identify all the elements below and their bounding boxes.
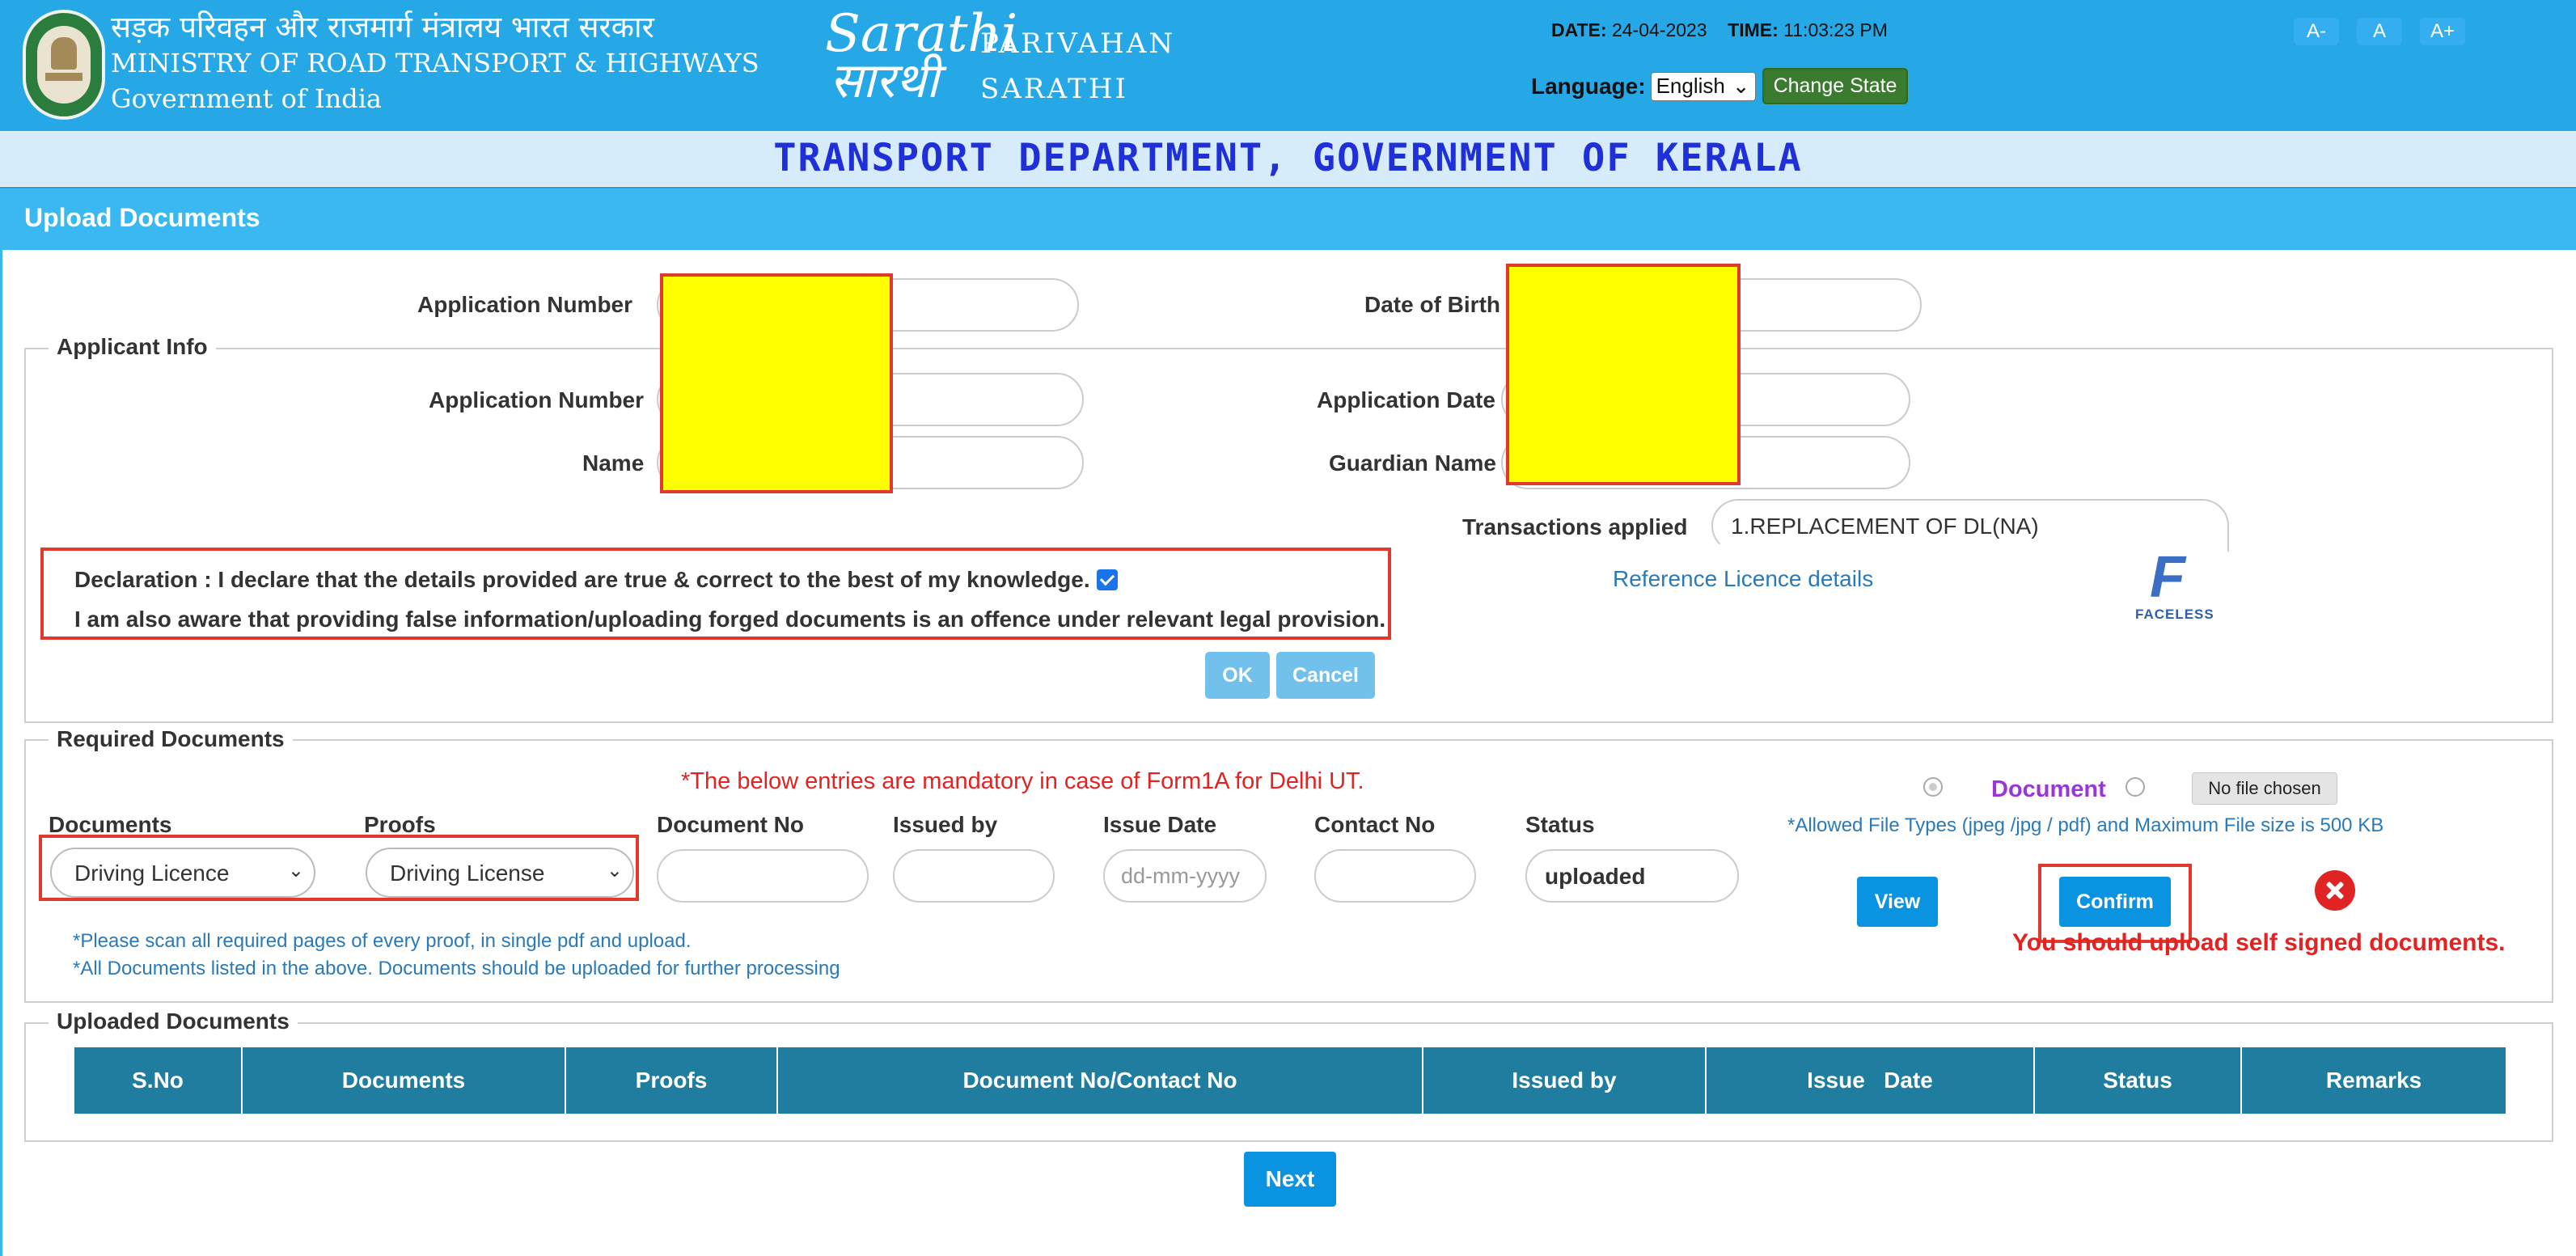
ok-button[interactable]: OK xyxy=(1205,652,1270,699)
ministry-title: सड़क परिवहन और राजमार्ग मंत्रालय भारत सर… xyxy=(111,10,759,116)
application-number-label: Application Number xyxy=(429,387,645,412)
table-header-document-no: Document No/Contact No xyxy=(778,1047,1423,1114)
transactions-applied-label: Transactions applied xyxy=(1462,514,1688,539)
parivahan-sarathi-brand: PARIVAHAN SARATHI xyxy=(980,27,1176,105)
font-size-controls: A- A A+ xyxy=(2294,18,2465,45)
font-increase-button[interactable]: A+ xyxy=(2420,18,2465,45)
documents-select[interactable]: Driving Licence ⌄ xyxy=(50,848,315,898)
date-of-birth-label: Date of Birth xyxy=(1364,292,1500,317)
declaration-checkbox[interactable] xyxy=(1096,569,1118,590)
transactions-value: 1.REPLACEMENT OF DL(NA) xyxy=(1731,514,2039,539)
document-radio[interactable] xyxy=(2126,777,2145,797)
font-normal-button[interactable]: A xyxy=(2357,18,2402,45)
top-application-number-label: Application Number xyxy=(417,292,633,317)
uploaded-documents-table-header: S.No Documents Proofs Document No/Contac… xyxy=(74,1047,2506,1114)
site-header: सड़क परिवहन और राजमार्ग मंत्रालय भारत सर… xyxy=(0,0,2576,131)
application-date-label: Application Date xyxy=(1317,387,1495,412)
table-header-remarks: Remarks xyxy=(2325,1068,2422,1093)
scan-note: *Please scan all required pages of every… xyxy=(73,930,692,952)
chevron-down-icon: ⌄ xyxy=(287,860,304,882)
table-header-issue-date: Issue Date xyxy=(1707,1047,2035,1114)
confirm-button[interactable]: Confirm xyxy=(2059,877,2171,927)
faceless-logo: F FACELESS xyxy=(2135,545,2214,622)
chevron-down-icon: ⌄ xyxy=(1732,74,1750,98)
national-emblem-logo xyxy=(23,10,105,120)
department-title: TRANSPORT DEPARTMENT, GOVERNMENT OF KERA… xyxy=(773,136,1803,180)
language-label: Language: xyxy=(1531,73,1646,99)
table-header-status: Status xyxy=(2035,1047,2242,1114)
applicant-info-legend: Applicant Info xyxy=(49,334,216,360)
redaction-box-left xyxy=(660,273,893,493)
proofs-select[interactable]: Driving License ⌄ xyxy=(366,848,634,898)
mandatory-note: *The below entries are mandatory in case… xyxy=(681,768,1364,794)
department-banner: TRANSPORT DEPARTMENT, GOVERNMENT OF KERA… xyxy=(0,131,2576,186)
required-documents-legend: Required Documents xyxy=(49,726,293,752)
contact-no-column-header: Contact No xyxy=(1314,812,1436,837)
allowed-file-types-note: *Allowed File Types (jpeg /jpg / pdf) an… xyxy=(1787,814,2384,836)
issue-date-input[interactable]: dd-mm-yyyy xyxy=(1103,849,1267,903)
table-header-issued-by: Issued by xyxy=(1423,1047,1707,1114)
redaction-box-right xyxy=(1506,264,1741,485)
sarathi-logo: Sarathi सारथी xyxy=(825,4,1018,109)
declaration-text: Declaration : I declare that the details… xyxy=(74,567,1090,592)
document-radio-label: Document xyxy=(1991,776,2106,802)
table-header-documents: Documents xyxy=(243,1047,566,1114)
chevron-down-icon: ⌄ xyxy=(606,860,623,882)
section-title: Upload Documents xyxy=(24,203,260,232)
issued-by-column-header: Issued by xyxy=(893,812,998,837)
view-button[interactable]: View xyxy=(1857,877,1938,927)
declaration-box: Declaration : I declare that the details… xyxy=(40,548,1391,640)
date-value: 24-04-2023 xyxy=(1611,19,1707,40)
issue-date-column-header: Issue Date xyxy=(1103,812,1217,837)
all-documents-note: *All Documents listed in the above. Docu… xyxy=(73,958,840,979)
change-state-button[interactable]: Change State xyxy=(1762,68,1909,104)
self-signed-warning: You should upload self signed documents. xyxy=(2012,929,2506,956)
document-no-input[interactable] xyxy=(657,849,869,903)
guardian-name-label: Guardian Name xyxy=(1329,450,1496,476)
next-button[interactable]: Next xyxy=(1244,1152,1336,1207)
status-field: uploaded xyxy=(1525,849,1739,903)
file-chooser[interactable]: No file chosen xyxy=(2192,772,2337,805)
cancel-button[interactable]: Cancel xyxy=(1276,652,1375,699)
language-row: Language: English ⌄ Change State xyxy=(1531,68,1909,104)
language-select[interactable]: English ⌄ xyxy=(1650,71,1756,101)
reference-licence-link[interactable]: Reference Licence details xyxy=(1613,566,1873,592)
document-no-column-header: Document No xyxy=(657,812,804,837)
declaration-legal-text: I am also aware that providing false inf… xyxy=(74,607,1386,632)
table-header-sno: S.No xyxy=(74,1047,243,1114)
issued-by-input[interactable] xyxy=(893,849,1055,903)
date-time-display: DATE: 24-04-2023 TIME: 11:03:23 PM xyxy=(1551,19,1888,40)
ministry-english: MINISTRY OF ROAD TRANSPORT & HIGHWAYS xyxy=(111,48,759,78)
table-header-proofs: Proofs xyxy=(566,1047,778,1114)
uploaded-documents-legend: Uploaded Documents xyxy=(49,1009,298,1034)
government-of-india: Government of India xyxy=(111,83,382,114)
upload-option-radio[interactable] xyxy=(1923,777,1943,797)
contact-no-input[interactable] xyxy=(1314,849,1476,903)
section-header: Upload Documents xyxy=(0,187,2576,250)
time-value: 11:03:23 PM xyxy=(1783,19,1888,40)
font-decrease-button[interactable]: A- xyxy=(2294,18,2339,45)
ministry-hindi: सड़क परिवहन और राजमार्ग मंत्रालय भारत सर… xyxy=(111,10,654,44)
name-label: Name xyxy=(582,450,645,476)
status-column-header: Status xyxy=(1525,812,1595,837)
close-icon[interactable] xyxy=(2315,870,2355,911)
